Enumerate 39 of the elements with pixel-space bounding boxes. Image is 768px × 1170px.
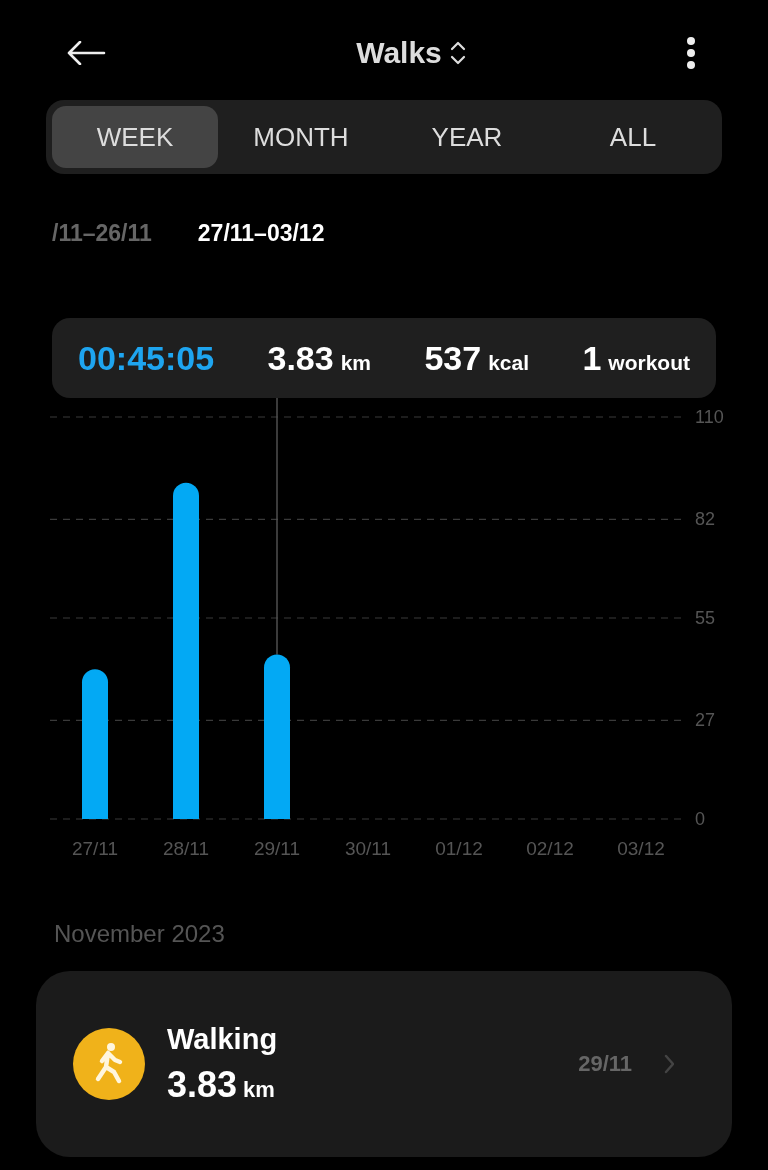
chart-bar[interactable] — [82, 669, 108, 819]
y-axis-label: 0 — [695, 809, 705, 829]
workout-count: 1 — [582, 338, 602, 378]
walking-person-icon — [73, 1028, 145, 1100]
x-axis-label: 29/11 — [253, 838, 301, 859]
distance-unit: km — [340, 350, 372, 375]
x-axis-label: 28/11 — [162, 838, 210, 859]
period-tab[interactable]: MONTH — [218, 106, 384, 168]
calories-value: 537 — [424, 338, 482, 378]
back-icon[interactable] — [66, 41, 106, 65]
chevron-right-icon — [664, 1054, 674, 1074]
distance-value: 3.83 — [267, 338, 334, 378]
workout-card[interactable]: Walking 3.83 km 29/11 — [36, 971, 732, 1157]
y-axis-label: 110 — [695, 407, 724, 427]
workout-distance-unit: km — [243, 1076, 275, 1103]
duration-value: 00:45:05 — [78, 338, 215, 378]
period-tab[interactable]: WEEK — [52, 106, 218, 168]
workout-name: Walking — [167, 1022, 279, 1056]
screen-title[interactable]: Walks — [356, 36, 442, 70]
y-axis-label: 27 — [695, 710, 716, 731]
x-axis-label: 01/12 — [435, 838, 483, 859]
chart-bar[interactable] — [264, 654, 290, 819]
workout-date: 29/11 — [578, 1051, 632, 1077]
workout-unit: workout — [608, 350, 690, 375]
y-axis-label: 82 — [695, 509, 716, 530]
x-axis-label: 02/12 — [526, 838, 574, 859]
x-axis-label: 30/11 — [344, 838, 392, 859]
y-axis-label: 55 — [695, 608, 716, 628]
sort-toggle-icon[interactable] — [449, 40, 466, 66]
calories-unit: kcal — [488, 350, 529, 375]
x-axis-label: 27/11 — [71, 838, 119, 859]
month-heading: November 2023 — [54, 920, 226, 948]
date-range[interactable]: 27/11–03/12 — [197, 220, 325, 247]
date-range[interactable]: /11–26/11 — [52, 220, 152, 247]
more-menu-icon[interactable] — [686, 36, 696, 70]
period-tab[interactable]: YEAR — [384, 106, 550, 168]
period-tab[interactable]: ALL — [550, 106, 716, 168]
x-axis-label: 03/12 — [617, 838, 665, 859]
workout-distance: 3.83 — [167, 1063, 238, 1106]
